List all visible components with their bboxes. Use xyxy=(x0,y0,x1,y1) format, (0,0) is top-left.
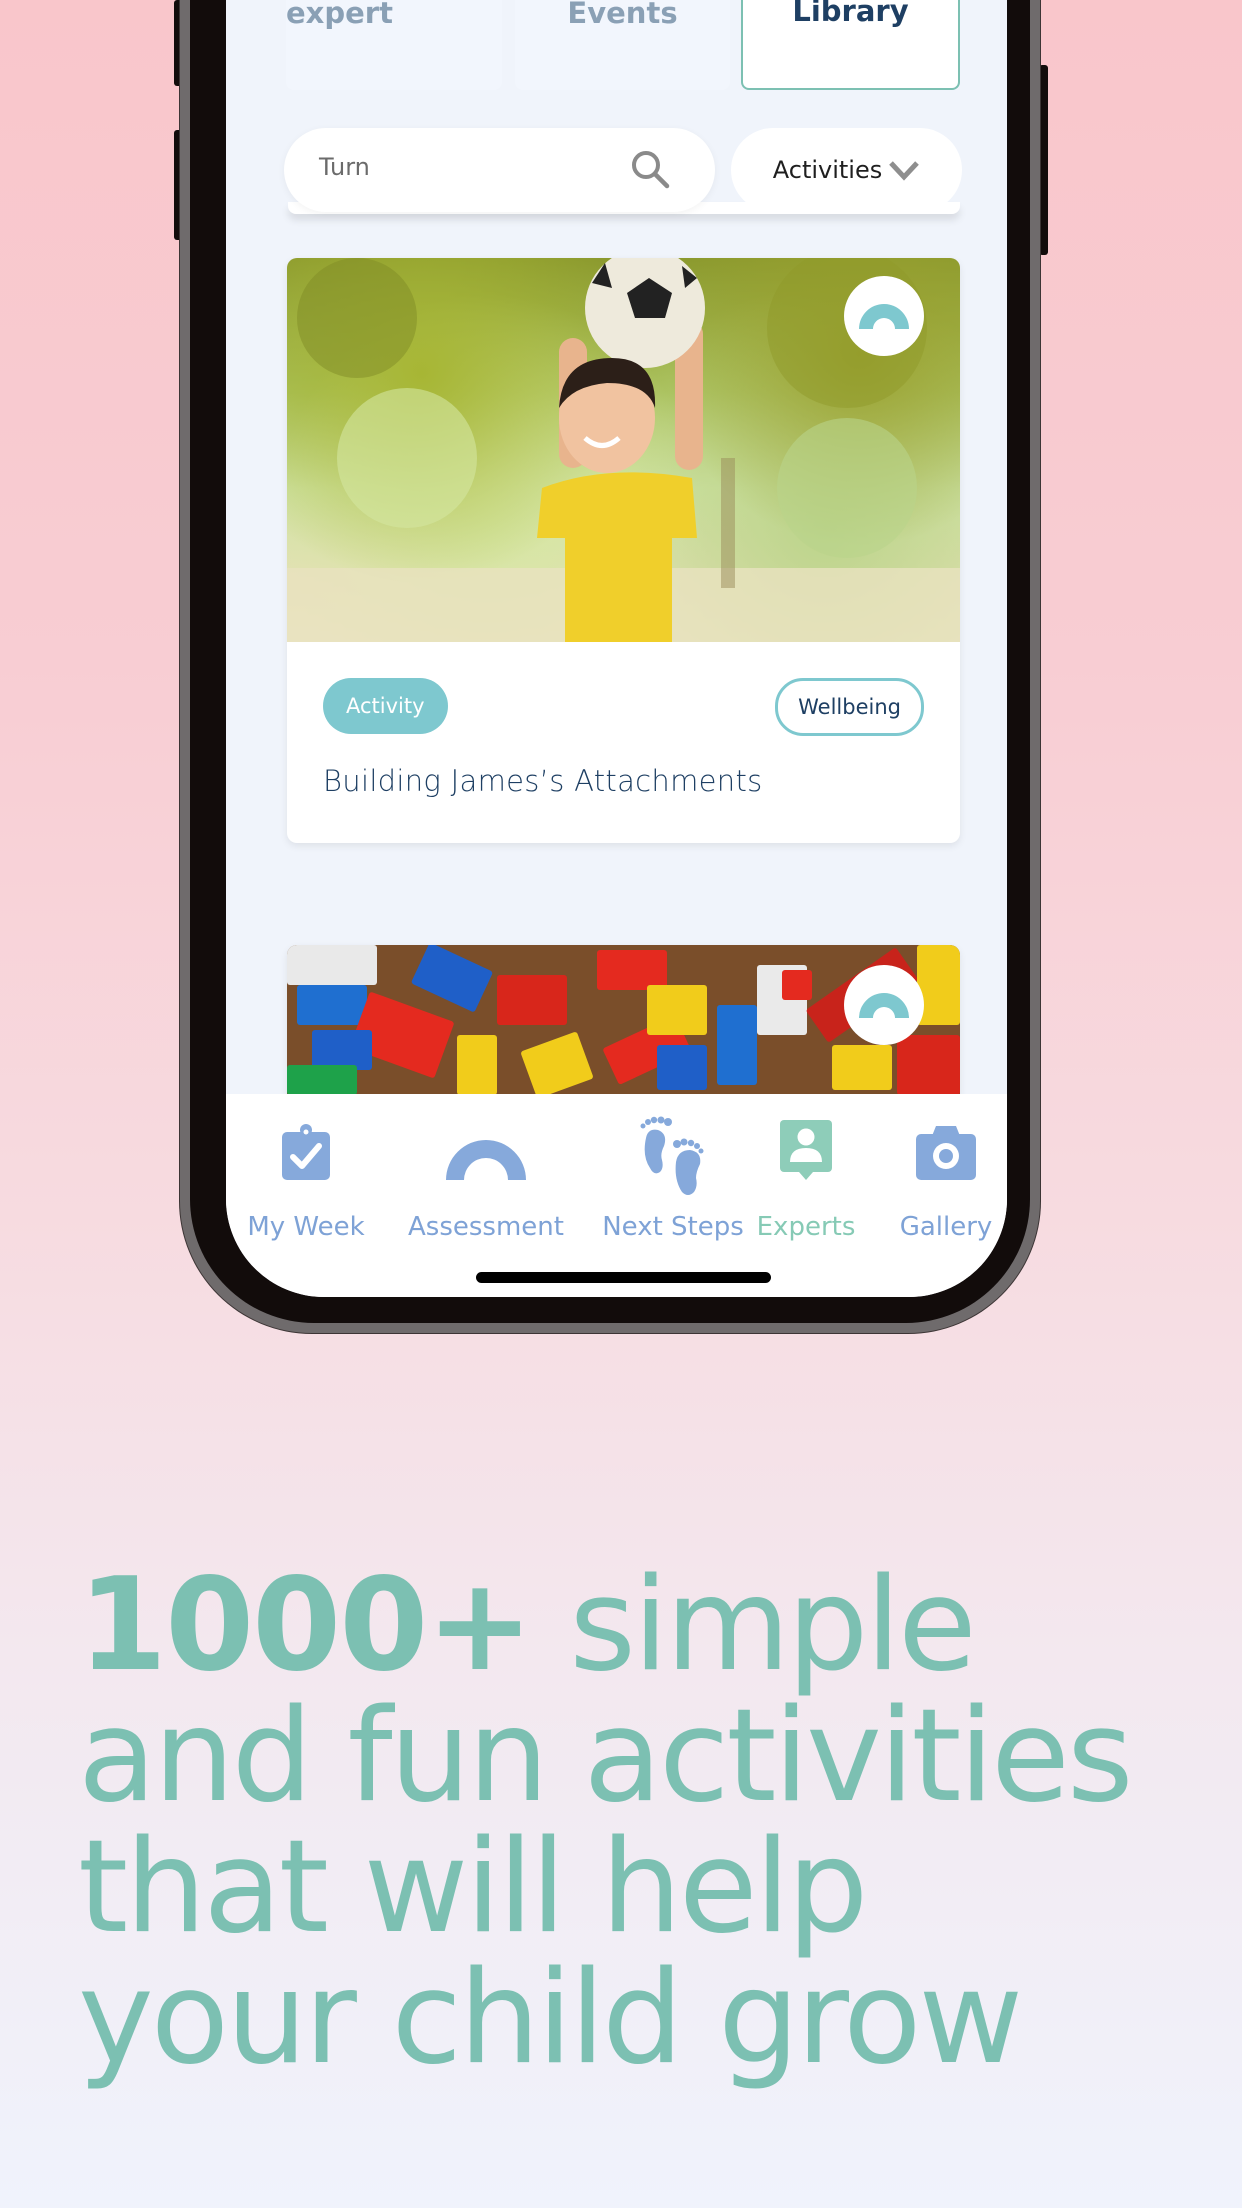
home-indicator[interactable] xyxy=(476,1272,771,1283)
phone-frame: Ask an expert Events Library Turn Activi… xyxy=(180,0,1040,1333)
tab-label: Library xyxy=(792,0,909,28)
nav-item-gallery[interactable]: Gallery xyxy=(876,1094,1007,1254)
camera-icon xyxy=(916,1126,976,1180)
tab-label: Events xyxy=(567,0,678,30)
card-photo xyxy=(287,945,960,1095)
clipboard-check-icon xyxy=(282,1124,330,1180)
tab-events[interactable]: Events xyxy=(515,0,730,90)
lego-brick xyxy=(832,1045,892,1090)
lego-brick xyxy=(287,945,377,985)
tab-ask-an-expert[interactable]: Ask an expert xyxy=(286,0,502,90)
nav-label: Experts xyxy=(756,1212,856,1242)
type-tag: Activity xyxy=(323,678,448,734)
footprints-icon xyxy=(640,1116,704,1195)
headline-line-1-rest: simple xyxy=(531,1551,977,1700)
lego-brick xyxy=(717,1005,757,1085)
category-tag[interactable]: Wellbeing xyxy=(775,678,924,736)
lego-brick xyxy=(297,985,367,1025)
rainbow-arc-icon xyxy=(859,993,909,1018)
lego-brick xyxy=(312,1030,372,1070)
lego-brick xyxy=(657,1045,707,1090)
headline-emphasis: 1000+ xyxy=(78,1551,533,1700)
search-input[interactable]: Turn xyxy=(284,128,715,212)
tab-label: Ask an expert xyxy=(286,0,393,30)
favorite-button[interactable] xyxy=(844,276,924,356)
lego-brick xyxy=(520,1031,594,1095)
phone-bezel: Ask an expert Events Library Turn Activi… xyxy=(190,0,1030,1323)
category-dropdown[interactable]: Activities xyxy=(731,128,962,212)
nav-label: My Week xyxy=(247,1212,365,1242)
lego-brick xyxy=(457,1035,497,1095)
lego-brick xyxy=(897,1035,960,1095)
rainbow-arc-icon xyxy=(446,1140,526,1180)
dropdown-selected-value: Activities xyxy=(772,156,883,184)
nav-item-experts[interactable]: Experts xyxy=(726,1094,886,1254)
headline-line-2: and fun activities xyxy=(78,1682,1134,1831)
nav-item-my-week[interactable]: My Week xyxy=(231,1094,381,1254)
card-subtitle: Building James’s Attachments xyxy=(323,764,763,798)
headline-line-1: 1000+ simple xyxy=(78,1560,1238,1691)
type-tag-label: Activity xyxy=(346,694,425,718)
activity-card[interactable]: Activity Wellbeing Building James’s Atta… xyxy=(287,258,960,843)
card-title: The challenge of turn-taking xyxy=(323,838,870,843)
lego-brick xyxy=(410,945,494,1013)
favorite-button[interactable] xyxy=(844,965,924,1045)
lego-brick xyxy=(497,975,567,1025)
lego-brick xyxy=(917,945,960,1025)
search-icon[interactable] xyxy=(629,148,671,190)
category-tag-label: Wellbeing xyxy=(798,695,901,719)
search-value: Turn xyxy=(319,153,370,181)
headline-line-3: that will help xyxy=(78,1813,868,1962)
tab-library[interactable]: Library xyxy=(741,0,960,90)
headline-line-4: your child grow xyxy=(78,1944,1023,2093)
lego-brick xyxy=(597,950,667,990)
chevron-down-icon xyxy=(889,161,920,181)
lego-brick xyxy=(647,985,707,1035)
nav-label: Gallery xyxy=(899,1212,993,1242)
bottom-navigation: My Week Assessment Next Steps Experts Ga… xyxy=(226,1094,1007,1297)
nav-item-assessment[interactable]: Assessment xyxy=(406,1094,566,1254)
expert-person-icon xyxy=(780,1120,832,1180)
card-photo xyxy=(287,258,960,642)
lego-brick xyxy=(287,1065,357,1095)
lego-brick xyxy=(782,970,812,1000)
nav-label: Assessment xyxy=(408,1212,564,1242)
app-screen: Ask an expert Events Library Turn Activi… xyxy=(226,0,1007,1297)
rainbow-arc-icon xyxy=(859,304,909,329)
phone-side-button-power xyxy=(1039,65,1048,255)
marketing-headline: 1000+ simple and fun activities that wil… xyxy=(78,1560,1238,2084)
